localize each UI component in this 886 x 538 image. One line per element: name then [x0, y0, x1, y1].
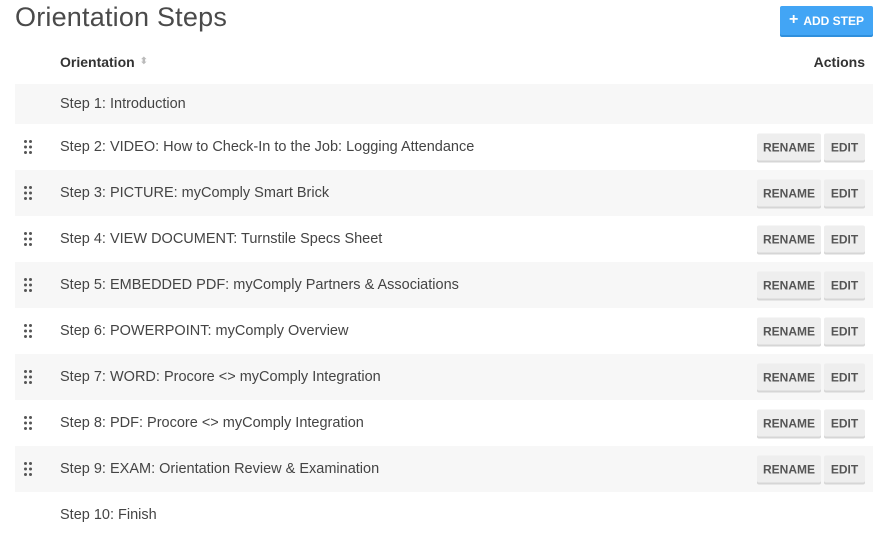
step-label: Step 7: WORD: Procore <> myComply Integr…: [60, 369, 381, 385]
rename-button[interactable]: RENAME: [757, 179, 821, 207]
edit-button[interactable]: EDIT: [824, 225, 865, 253]
edit-button[interactable]: EDIT: [824, 409, 865, 437]
step-label: Step 1: Introduction: [60, 96, 186, 112]
row-actions: RENAME EDIT: [757, 225, 865, 253]
row-actions: RENAME EDIT: [757, 317, 865, 345]
drag-handle-icon[interactable]: [23, 231, 33, 247]
rename-button[interactable]: RENAME: [757, 363, 821, 391]
rename-button[interactable]: RENAME: [757, 455, 821, 483]
table-row: Step 5: EMBEDDED PDF: myComply Partners …: [15, 262, 873, 308]
rename-button[interactable]: RENAME: [757, 271, 821, 299]
step-label: Step 10: Finish: [60, 507, 157, 523]
row-actions: RENAME EDIT: [757, 271, 865, 299]
drag-handle-icon[interactable]: [23, 461, 33, 477]
rename-button[interactable]: RENAME: [757, 225, 821, 253]
column-header-orientation[interactable]: Orientation ⬍: [60, 54, 148, 70]
page-title: Orientation Steps: [15, 2, 228, 32]
edit-button[interactable]: EDIT: [824, 317, 865, 345]
table-row: Step 6: POWERPOINT: myComply Overview REN…: [15, 308, 873, 354]
rename-button[interactable]: RENAME: [757, 133, 821, 161]
drag-handle-icon[interactable]: [23, 139, 33, 155]
table-row: Step 10: Finish: [15, 492, 873, 538]
drag-handle-icon[interactable]: [23, 277, 33, 293]
table-row: Step 4: VIEW DOCUMENT: Turnstile Specs S…: [15, 216, 873, 262]
table-row: Step 1: Introduction: [15, 84, 873, 124]
table-row: Step 7: WORD: Procore <> myComply Integr…: [15, 354, 873, 400]
edit-button[interactable]: EDIT: [824, 363, 865, 391]
edit-button[interactable]: EDIT: [824, 179, 865, 207]
orientation-steps-table: Orientation ⬍ Actions Step 1: Introducti…: [15, 40, 873, 538]
row-actions: RENAME EDIT: [757, 133, 865, 161]
table-row: Step 8: PDF: Procore <> myComply Integra…: [15, 400, 873, 446]
sort-icon[interactable]: ⬍: [140, 57, 148, 67]
step-label: Step 9: EXAM: Orientation Review & Exami…: [60, 461, 380, 477]
row-actions: RENAME EDIT: [757, 179, 865, 207]
step-label: Step 4: VIEW DOCUMENT: Turnstile Specs S…: [60, 231, 383, 247]
rename-button[interactable]: RENAME: [757, 409, 821, 437]
table-body: Step 1: Introduction Step 2: VIDEO: How t…: [15, 84, 873, 538]
table-row: Step 9: EXAM: Orientation Review & Exami…: [15, 446, 873, 492]
drag-handle-icon[interactable]: [23, 185, 33, 201]
drag-handle-icon[interactable]: [23, 415, 33, 431]
drag-handle-icon[interactable]: [23, 369, 33, 385]
add-step-button[interactable]: + ADD STEP: [780, 6, 873, 35]
column-header-actions: Actions: [813, 54, 865, 70]
row-actions: RENAME EDIT: [757, 363, 865, 391]
step-label: Step 3: PICTURE: myComply Smart Brick: [60, 185, 330, 201]
table-header: Orientation ⬍ Actions: [15, 40, 873, 84]
edit-button[interactable]: EDIT: [824, 455, 865, 483]
add-step-label: ADD STEP: [803, 13, 865, 28]
step-label: Step 2: VIDEO: How to Check-In to the Jo…: [60, 139, 475, 155]
rename-button[interactable]: RENAME: [757, 317, 821, 345]
drag-handle-icon[interactable]: [23, 323, 33, 339]
row-actions: RENAME EDIT: [757, 455, 865, 483]
edit-button[interactable]: EDIT: [824, 133, 865, 161]
table-row: Step 2: VIDEO: How to Check-In to the Jo…: [15, 124, 873, 170]
table-row: Step 3: PICTURE: myComply Smart Brick REN…: [15, 170, 873, 216]
row-actions: RENAME EDIT: [757, 409, 865, 437]
step-label: Step 6: POWERPOINT: myComply Overview: [60, 323, 349, 339]
edit-button[interactable]: EDIT: [824, 271, 865, 299]
column-header-orientation-label: Orientation: [60, 54, 135, 70]
plus-icon: +: [788, 10, 799, 28]
step-label: Step 5: EMBEDDED PDF: myComply Partners …: [60, 277, 459, 293]
step-label: Step 8: PDF: Procore <> myComply Integra…: [60, 415, 364, 431]
